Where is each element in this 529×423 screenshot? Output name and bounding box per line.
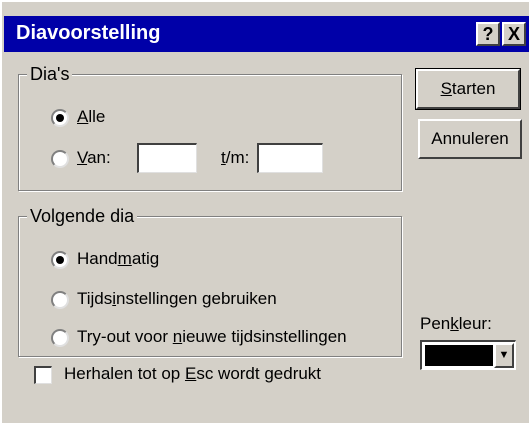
radio-all-dot xyxy=(56,114,64,122)
radio-range[interactable] xyxy=(51,150,69,168)
repeat-checkbox-label[interactable]: Herhalen tot op Esc wordt gedrukt xyxy=(64,364,321,384)
next-slide-group-label: Volgende dia xyxy=(27,206,138,226)
radio-use-timings-label[interactable]: Tijdsinstellingen gebruiken xyxy=(77,289,277,309)
radio-manual-dot xyxy=(56,256,64,264)
radio-manual-label[interactable]: Handmatig xyxy=(77,249,159,269)
close-button[interactable]: X xyxy=(502,22,526,46)
dias-group: Dia's Alle Van: t/m: xyxy=(18,64,402,191)
repeat-checkbox[interactable] xyxy=(34,366,52,384)
pen-color-label: Penkleur: xyxy=(420,314,492,333)
pen-color-select[interactable]: ▼ xyxy=(420,340,516,370)
dias-group-label: Dia's xyxy=(27,64,73,84)
radio-manual[interactable] xyxy=(51,251,69,269)
slideshow-dialog: Diavoorstelling ? X Dia's Alle Van: t/m:… xyxy=(0,0,529,423)
radio-rehearse-label[interactable]: Try-out voor nieuwe tijdsinstellingen xyxy=(77,327,347,347)
chevron-down-icon: ▼ xyxy=(498,349,510,361)
range-to-label: t/m: xyxy=(221,148,250,167)
close-icon: X xyxy=(507,24,520,44)
range-from-input[interactable] xyxy=(137,143,197,173)
window-title: Diavoorstelling xyxy=(16,22,161,44)
radio-all-label[interactable]: Alle xyxy=(77,107,105,127)
help-icon: ? xyxy=(482,24,494,44)
pen-color-swatch xyxy=(425,345,493,366)
radio-range-label[interactable]: Van: xyxy=(77,148,111,168)
radio-all[interactable] xyxy=(51,109,69,127)
cancel-button[interactable]: Annuleren xyxy=(418,119,522,159)
start-button[interactable]: Starten xyxy=(415,68,521,110)
radio-use-timings[interactable] xyxy=(51,291,69,309)
pen-color-dropdown-button[interactable]: ▼ xyxy=(494,343,514,368)
title-bar[interactable]: Diavoorstelling ? X xyxy=(4,16,529,52)
help-button[interactable]: ? xyxy=(476,22,500,46)
radio-rehearse[interactable] xyxy=(51,329,69,347)
range-to-input[interactable] xyxy=(257,143,323,173)
next-slide-group: Volgende dia Handmatig Tijdsinstellingen… xyxy=(18,206,402,357)
